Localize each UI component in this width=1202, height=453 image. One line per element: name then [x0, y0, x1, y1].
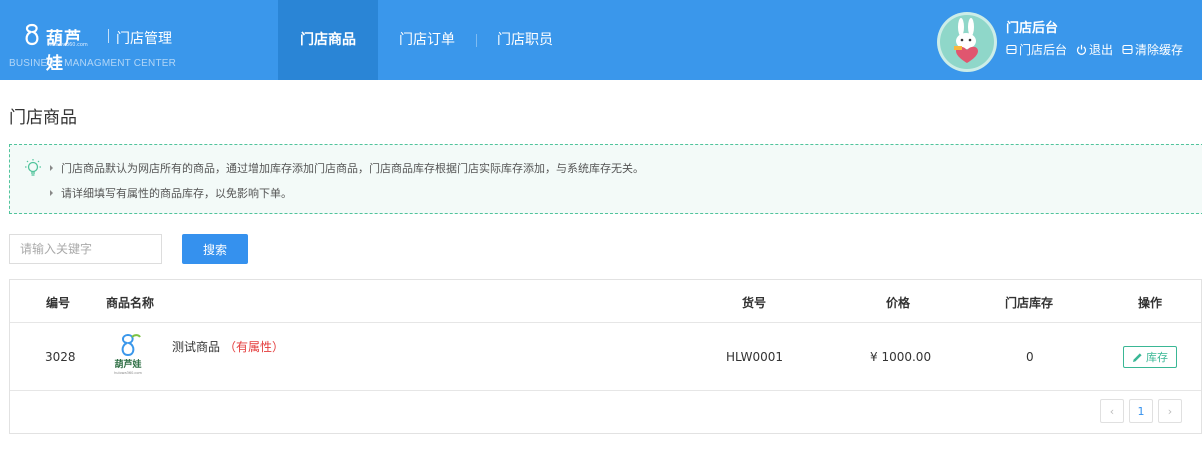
logout-label: 退出: [1089, 43, 1114, 57]
main-nav: 门店商品 门店订单 门店职员: [278, 0, 574, 80]
stock-button-label: 库存: [1146, 351, 1168, 364]
store-backend-label: 门店后台: [1019, 43, 1068, 57]
tip-text: 请详细填写有属性的商品库存，以免影响下单。: [61, 187, 292, 200]
tips-panel: 门店商品默认为网店所有的商品，通过增加库存添加门店商品，门店商品库存根据门店实际…: [9, 144, 1202, 214]
brand-title: 门店管理: [116, 31, 172, 47]
table-header: 编号 商品名称 货号 价格 门店库存 操作: [10, 280, 1201, 323]
brand-subtitle: BUSINESS MANAGMENT CENTER: [9, 58, 177, 69]
lightbulb-icon: [25, 159, 41, 176]
column-header-store-stock: 门店库存: [1005, 296, 1054, 310]
column-header-sku: 货号: [742, 296, 767, 310]
pencil-icon: [1133, 352, 1142, 362]
clear-cache-link[interactable]: 清除缓存: [1122, 41, 1183, 58]
nav-store-staff[interactable]: 门店职员: [476, 0, 574, 80]
clear-cache-label: 清除缓存: [1135, 43, 1184, 57]
brand-divider: [108, 29, 109, 43]
column-header-name: 商品名称: [106, 296, 155, 310]
product-price: ¥ 1000.00: [870, 350, 932, 364]
product-id: 3028: [45, 350, 76, 364]
chevron-left-icon: ‹: [1109, 404, 1115, 418]
next-page-button[interactable]: ›: [1158, 399, 1182, 423]
avatar[interactable]: [937, 12, 997, 72]
page-title: 门店商品: [9, 108, 77, 128]
nav-store-orders-label: 门店订单: [399, 32, 455, 48]
product-thumbnail[interactable]: 葫芦娃 hulowa360.com: [108, 331, 148, 381]
column-header-id: 编号: [46, 296, 71, 310]
top-header: 葫芦娃 hulowa360.com 门店管理 BUSINESS MANAGMEN…: [0, 0, 1202, 80]
pagination: ‹ 1 ›: [1095, 399, 1182, 423]
backend-icon: [1006, 44, 1017, 55]
chevron-right-icon: ›: [1167, 404, 1173, 418]
tip-text: 门店商品默认为网店所有的商品，通过增加库存添加门店商品，门店商品库存根据门店实际…: [61, 162, 644, 175]
nav-store-products[interactable]: 门店商品: [278, 0, 378, 80]
brand-logo[interactable]: 葫芦娃 hulowa360.com: [22, 22, 90, 74]
products-table: 编号 商品名称 货号 价格 门店库存 操作 3028 葫芦娃 hulowa360…: [9, 279, 1202, 434]
stock-button[interactable]: 库存: [1123, 346, 1177, 368]
tip-item: 请详细填写有属性的商品库存，以免影响下单。: [50, 185, 292, 201]
user-links: 门店后台 退出 清除缓存: [1006, 41, 1192, 58]
prev-page-button[interactable]: ‹: [1100, 399, 1124, 423]
caret-right-icon: [50, 165, 53, 171]
logo-url: hulowa360.com: [48, 42, 88, 48]
table-row: 3028 葫芦娃 hulowa360.com 测试商品 （有属性） HLW0001…: [10, 323, 1201, 391]
user-panel-title: 门店后台: [1006, 21, 1059, 36]
product-name: 测试商品: [172, 340, 221, 354]
logout-link[interactable]: 退出: [1076, 41, 1113, 58]
caret-right-icon: [50, 190, 53, 196]
tip-item: 门店商品默认为网店所有的商品，通过增加库存添加门店商品，门店商品库存根据门店实际…: [50, 160, 644, 176]
power-icon: [1076, 44, 1087, 55]
column-header-actions: 操作: [1138, 296, 1163, 310]
svg-text:hulowa360.com: hulowa360.com: [114, 371, 142, 375]
store-backend-link[interactable]: 门店后台: [1006, 41, 1067, 58]
bunny-avatar-icon: [954, 18, 978, 63]
search-input[interactable]: [9, 234, 162, 264]
column-header-price: 价格: [886, 296, 911, 310]
svg-text:葫芦娃: 葫芦娃: [114, 358, 141, 370]
product-store-stock: 0: [1026, 350, 1034, 364]
search-button[interactable]: 搜索: [182, 234, 248, 264]
product-sku: HLW0001: [726, 350, 784, 364]
clear-cache-icon: [1122, 44, 1133, 55]
nav-store-orders[interactable]: 门店订单: [378, 0, 476, 80]
gourd-logo-icon: [25, 23, 39, 46]
product-name-cell[interactable]: 测试商品 （有属性）: [172, 338, 284, 355]
nav-store-staff-label: 门店职员: [497, 32, 553, 48]
attribute-tag: （有属性）: [224, 340, 285, 354]
page-number-button[interactable]: 1: [1129, 399, 1153, 423]
nav-divider: [476, 34, 477, 47]
